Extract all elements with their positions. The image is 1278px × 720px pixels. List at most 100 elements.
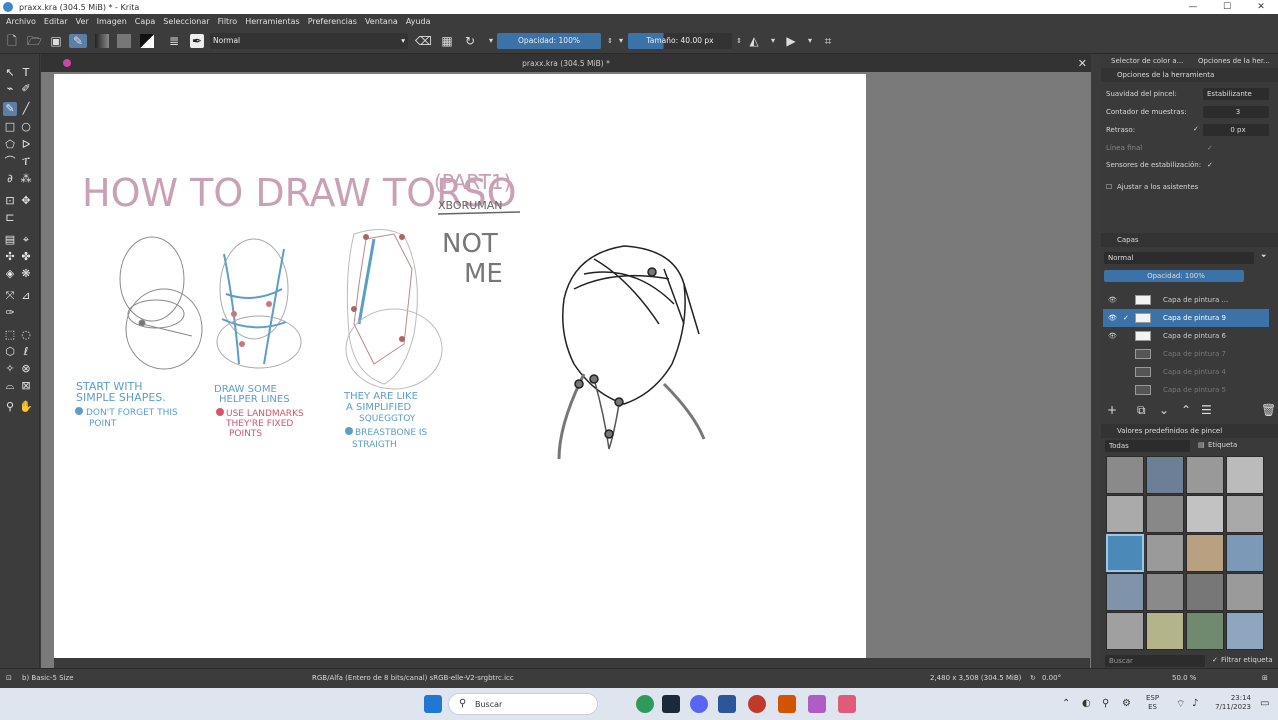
select-shapes-icon[interactable]: ↖ [3,66,17,80]
reload-icon[interactable]: ↻ [463,34,477,48]
tray-icon[interactable]: ⚲ [1102,698,1109,709]
brush-settings-icon[interactable]: ≣ [167,34,181,48]
brush-preset[interactable] [1186,456,1224,494]
wrap-around-icon[interactable]: ⌗ [821,34,835,48]
fg-bg-color-icon[interactable] [140,34,154,48]
magnetic-select-icon[interactable]: ⊠ [19,379,33,393]
taskbar-search[interactable]: ⚲ Buscar [448,693,598,715]
freehand-select-icon[interactable]: ℓ [19,345,33,359]
language-indicator[interactable]: ESP ES [1146,694,1159,712]
move-down-icon[interactable]: ⌄ [1159,403,1169,417]
dynamic-brush-icon[interactable]: ∂ [3,172,17,186]
brush-preset-selected[interactable] [1106,534,1144,572]
brush-preset[interactable] [1186,534,1224,572]
brush-preset-icon[interactable]: ✒ [190,34,204,48]
menu-imagen[interactable]: Imagen [97,17,127,26]
freehand-path-icon[interactable]: ፐ [19,155,33,169]
menu-ver[interactable]: Ver [76,17,89,26]
edit-shapes-icon[interactable]: ⌁ [3,82,17,96]
menu-seleccionar[interactable]: Seleccionar [163,17,209,26]
transform-tool-icon[interactable]: ⊏ [3,211,17,225]
duplicate-layer-icon[interactable]: ⧉ [1137,403,1146,418]
menu-ventana[interactable]: Ventana [365,17,398,26]
brush-preset[interactable] [1186,612,1224,650]
brush-preset[interactable] [1226,456,1264,494]
menu-archivo[interactable]: Archivo [6,17,36,26]
notification-icon[interactable]: ▭ [1260,698,1269,709]
layer-row[interactable]: 👁 Capa de pintura 6 [1103,327,1269,345]
maximize-button[interactable]: ☐ [1210,0,1244,14]
minimize-button[interactable]: — [1176,0,1210,14]
brush-editor-icon[interactable]: ✎ [69,34,87,48]
brush-preset[interactable] [1226,534,1264,572]
blend-mode-select[interactable]: Normal ▾ [210,33,408,49]
freehand-brush-icon[interactable]: ✎ [3,102,17,116]
filter-tag-checkbox[interactable]: ✓ [1212,656,1218,664]
chevron-down-icon[interactable]: ▾ [614,34,628,48]
layers-blend-select[interactable]: Normal [1104,252,1254,264]
mirror-horizontal-icon[interactable]: ◭ [747,34,761,48]
menu-capa[interactable]: Capa [135,17,155,26]
finish-line-checkbox[interactable]: ✓ [1207,144,1213,152]
document-tab[interactable]: praxx.kra (304.5 MiB) * ✕ [41,54,1091,72]
menu-filtro[interactable]: Filtro [218,17,238,26]
clock[interactable]: 23:14 7/11/2023 [1213,694,1251,712]
rotation-icon[interactable]: ↻ [1030,674,1036,682]
bezier-tool-icon[interactable]: ⌒ [3,155,17,169]
menu-preferencias[interactable]: Preferencias [308,17,357,26]
reference-tool-icon[interactable]: ✑ [3,306,17,320]
size-slider[interactable]: Tamaño: 40.00 px [628,33,732,49]
add-layer-icon[interactable]: + [1107,403,1117,417]
polygon-tool-icon[interactable]: ⬠ [3,138,17,152]
layer-properties-icon[interactable]: ☰ [1201,403,1212,417]
brush-preset[interactable] [1146,534,1184,572]
delay-input[interactable]: 0 px [1203,124,1269,136]
eraser-icon[interactable]: ⌫ [415,34,432,48]
smart-patch-icon[interactable]: ✤ [19,250,33,264]
measure-tool-icon[interactable]: ⊿ [19,289,33,303]
close-window-button[interactable]: ✕ [1244,0,1278,14]
menu-ayuda[interactable]: Ayuda [406,17,431,26]
brush-preset[interactable] [1146,456,1184,494]
sample-count-input[interactable]: 3 [1203,106,1269,118]
tag-icon[interactable]: ▤ [1198,441,1205,449]
app-icon[interactable] [778,695,796,713]
gradient-icon[interactable] [95,34,109,48]
layer-row[interactable]: Capa de pintura 4 [1103,363,1269,381]
tray-icon[interactable]: ⚙ [1122,698,1131,709]
tab-tool-options[interactable]: Opciones de la her... [1198,57,1270,65]
chevron-down-icon[interactable]: ▾ [803,34,817,48]
layer-row[interactable]: Capa de pintura 5 [1103,381,1269,399]
brush-preset[interactable] [1106,612,1144,650]
presets-filter-select[interactable]: Todas [1105,440,1190,452]
system-tray-icon[interactable]: ◐ [1082,698,1091,709]
vertical-scrollbar[interactable] [1091,54,1101,668]
atom-icon[interactable] [662,695,680,713]
new-document-icon[interactable]: 🗋 [5,34,19,48]
brush-preset[interactable] [1226,573,1264,611]
presets-tag-label[interactable]: Etiqueta [1208,441,1237,449]
text-tool-icon[interactable]: T [19,66,33,80]
opacity-slider[interactable]: Opacidad: 100% [497,33,601,49]
pan-tool-icon[interactable]: ✋ [19,400,33,414]
contiguous-select-icon[interactable]: ✧ [3,362,17,376]
krita-taskbar-icon[interactable] [808,695,826,713]
fill-tool-icon[interactable]: ◈ [3,267,17,281]
size-spin-icon[interactable]: ⇕ [732,34,746,48]
horizontal-scrollbar[interactable] [54,658,1090,668]
layers-opacity-slider[interactable]: Opacidad: 100% [1104,270,1244,282]
app-icon[interactable] [748,695,766,713]
stabilize-sensors-checkbox[interactable]: ✓ [1207,161,1213,169]
menu-editar[interactable]: Editar [44,17,68,26]
brush-preset[interactable] [1146,573,1184,611]
windows-start-icon[interactable] [424,695,442,713]
calligraphy-icon[interactable]: ✐ [19,82,33,96]
layer-row-selected[interactable]: 👁 ✓ Capa de pintura 9 [1103,309,1269,327]
colorize-mask-icon[interactable]: ✣ [3,250,17,264]
ellipse-select-icon[interactable]: ◌ [19,328,33,342]
filter-icon[interactable]: ⏷ [1261,252,1267,261]
multibrush-icon[interactable]: ⁂ [19,172,33,186]
word-icon[interactable] [718,695,736,713]
color-picker-icon[interactable]: ⌖ [19,233,33,247]
move-up-icon[interactable]: ⌃ [1181,403,1191,417]
